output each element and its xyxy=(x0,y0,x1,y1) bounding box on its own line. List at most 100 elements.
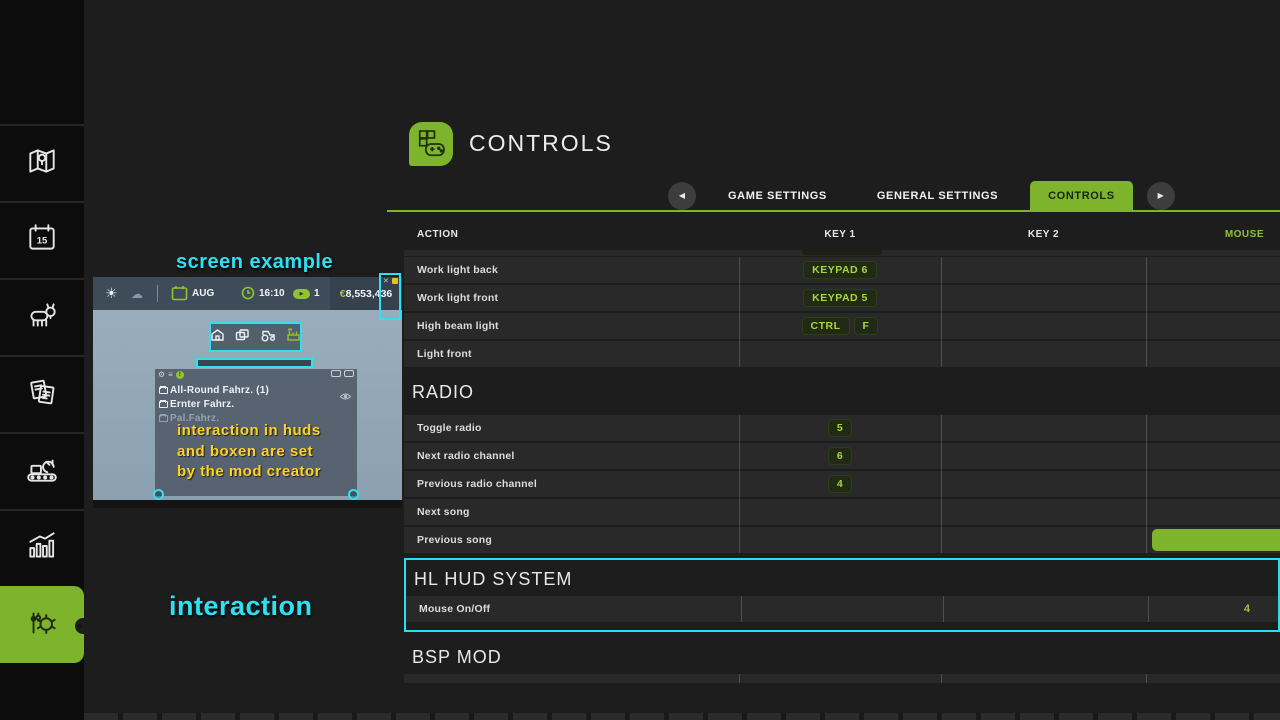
note-line: by the mod creator xyxy=(177,462,321,483)
action-label: Previous radio channel xyxy=(404,478,739,490)
hud-time: 16:10 xyxy=(259,288,285,299)
key-badge[interactable]: 5 xyxy=(828,419,852,437)
mouse-binding-bar[interactable] xyxy=(1152,529,1280,551)
annotation-inset-note: interaction in hudsand boxen are setby t… xyxy=(177,421,321,483)
table-row[interactable]: Next song xyxy=(404,499,1280,525)
tabs-prev-arrow-button[interactable]: ◀ xyxy=(668,182,696,210)
page-title: CONTROLS xyxy=(469,130,613,157)
annotation-screen-example: screen example xyxy=(176,251,333,274)
mouse-cell xyxy=(1146,341,1280,367)
note-line: interaction in huds xyxy=(177,421,321,442)
gear-icon: ⚙ xyxy=(158,370,165,380)
hud-time-speed: 1 xyxy=(314,288,320,299)
sidebar-item-production[interactable] xyxy=(0,432,84,509)
gamepad-icon xyxy=(344,370,354,377)
tab-general-settings[interactable]: GENERAL SETTINGS xyxy=(859,181,1016,210)
mouse-cell xyxy=(1146,443,1280,469)
mouse-cell xyxy=(1146,499,1280,525)
cropped-key-badge xyxy=(802,250,882,255)
farm-icon xyxy=(210,328,225,347)
tractor-icon xyxy=(260,328,276,347)
tab-underline xyxy=(387,210,1280,212)
section-title: HL HUD SYSTEM xyxy=(406,562,1278,596)
action-label: Previous song xyxy=(404,534,739,546)
folder-icon xyxy=(159,401,168,408)
section-title: BSP MOD xyxy=(404,640,1280,674)
controls-table: ACTION KEY 1 KEY 2 MOUSE Work light back… xyxy=(404,218,1280,684)
column-divider xyxy=(1146,415,1147,553)
section-rows xyxy=(404,674,1280,683)
sidebar-item-animals-cow[interactable] xyxy=(0,278,84,355)
column-divider xyxy=(741,596,742,622)
key-badge[interactable]: F xyxy=(854,317,879,335)
inset-list-label: All-Round Fahrz. (1) xyxy=(170,385,269,396)
key-badge[interactable]: CTRL xyxy=(802,317,850,335)
sidebar-item-contracts-documents[interactable] xyxy=(0,355,84,432)
action-label: Work light back xyxy=(404,264,739,276)
mouse-binding-value: 4 xyxy=(1244,603,1278,615)
mouse-cell xyxy=(1146,527,1280,553)
table-row[interactable]: Next radio channel6 xyxy=(404,443,1280,469)
svg-text:15: 15 xyxy=(37,235,48,246)
column-header-mouse: MOUSE xyxy=(1146,229,1280,240)
mouse-cell xyxy=(1146,415,1280,441)
table-row[interactable]: Previous radio channel 4 xyxy=(404,471,1280,497)
folder-icon xyxy=(159,415,168,422)
note-line: and boxen are set xyxy=(177,442,321,463)
table-row[interactable]: High beam light CTRLF xyxy=(404,313,1280,339)
column-divider xyxy=(943,596,944,622)
statistics-chart-icon xyxy=(24,529,60,568)
table-column-headers: ACTION KEY 1 KEY 2 MOUSE xyxy=(404,218,1280,250)
hud-month: AUG xyxy=(192,288,214,299)
section-rows: Work light back KEYPAD 6 Work light frontK… xyxy=(404,257,1280,367)
highlight-box-hl-hud-system: HL HUD SYSTEMMouse On/Off4 xyxy=(404,558,1280,632)
close-icon: ✕ xyxy=(383,277,389,285)
column-divider xyxy=(941,674,942,683)
section-title: RADIO xyxy=(404,375,1280,409)
tabs-next-arrow-button[interactable]: ▶ xyxy=(1147,182,1175,210)
action-label: Next song xyxy=(404,506,739,518)
left-sidebar: 15 xyxy=(0,0,84,720)
time-speed-play-icon: ▶ xyxy=(293,289,310,299)
column-header-key1: KEY 1 xyxy=(739,229,941,240)
tab-game-settings[interactable]: GAME SETTINGS xyxy=(710,181,845,210)
mouse-cell: 4 xyxy=(1148,596,1278,622)
cropped-row xyxy=(404,250,1280,256)
folder-icon xyxy=(159,387,168,394)
controls-mod-icon xyxy=(409,122,453,166)
tab-controls[interactable]: CONTROLS xyxy=(1030,181,1133,210)
key1-cell: KEYPAD 5 xyxy=(739,289,941,307)
divider xyxy=(157,285,158,302)
key-badge[interactable]: KEYPAD 6 xyxy=(803,261,877,279)
action-label: Light front xyxy=(404,348,739,360)
mouse-cell xyxy=(1146,257,1280,283)
sidebar-item-statistics-chart[interactable] xyxy=(0,509,84,586)
cloud-weather-icon: ☁ xyxy=(131,287,143,301)
sidebar-item-map[interactable] xyxy=(0,124,84,201)
table-row[interactable]: Light front xyxy=(404,341,1280,367)
table-row[interactable]: Toggle radio 5 xyxy=(404,415,1280,441)
column-header-action: ACTION xyxy=(404,229,739,240)
bottom-keyboard-strip xyxy=(84,713,1280,720)
column-divider xyxy=(739,257,740,367)
inset-screenshot: ☀ ☁ AUG 16:10 ▶ 1 €8,553,436 ✕ xyxy=(93,277,402,508)
sidebar-item-calendar[interactable]: 15 xyxy=(0,201,84,278)
inset-hud-topbar: ☀ ☁ AUG 16:10 ▶ 1 €8,553,436 ✕ xyxy=(93,277,402,310)
key-badge[interactable]: 4 xyxy=(828,475,852,493)
inset-highlight-corner-box: ✕ xyxy=(379,273,401,320)
key-badge[interactable]: KEYPAD 5 xyxy=(803,289,877,307)
map-icon xyxy=(25,144,59,183)
clock-icon xyxy=(241,286,255,305)
resize-handle-left xyxy=(153,489,164,500)
key-badge[interactable]: 6 xyxy=(828,447,852,465)
action-label: Toggle radio xyxy=(404,422,739,434)
table-row[interactable]: Work light frontKEYPAD 5 xyxy=(404,285,1280,311)
production-icon xyxy=(24,452,60,491)
inset-highlight-dragbar xyxy=(196,358,313,368)
table-row[interactable]: Work light back KEYPAD 6 xyxy=(404,257,1280,283)
column-header-key2: KEY 2 xyxy=(941,229,1146,240)
action-label: High beam light xyxy=(404,320,739,332)
sidebar-item-settings-gear[interactable] xyxy=(0,586,84,663)
key1-cell: 6 xyxy=(739,447,941,465)
table-row[interactable]: Previous song xyxy=(404,527,1280,553)
